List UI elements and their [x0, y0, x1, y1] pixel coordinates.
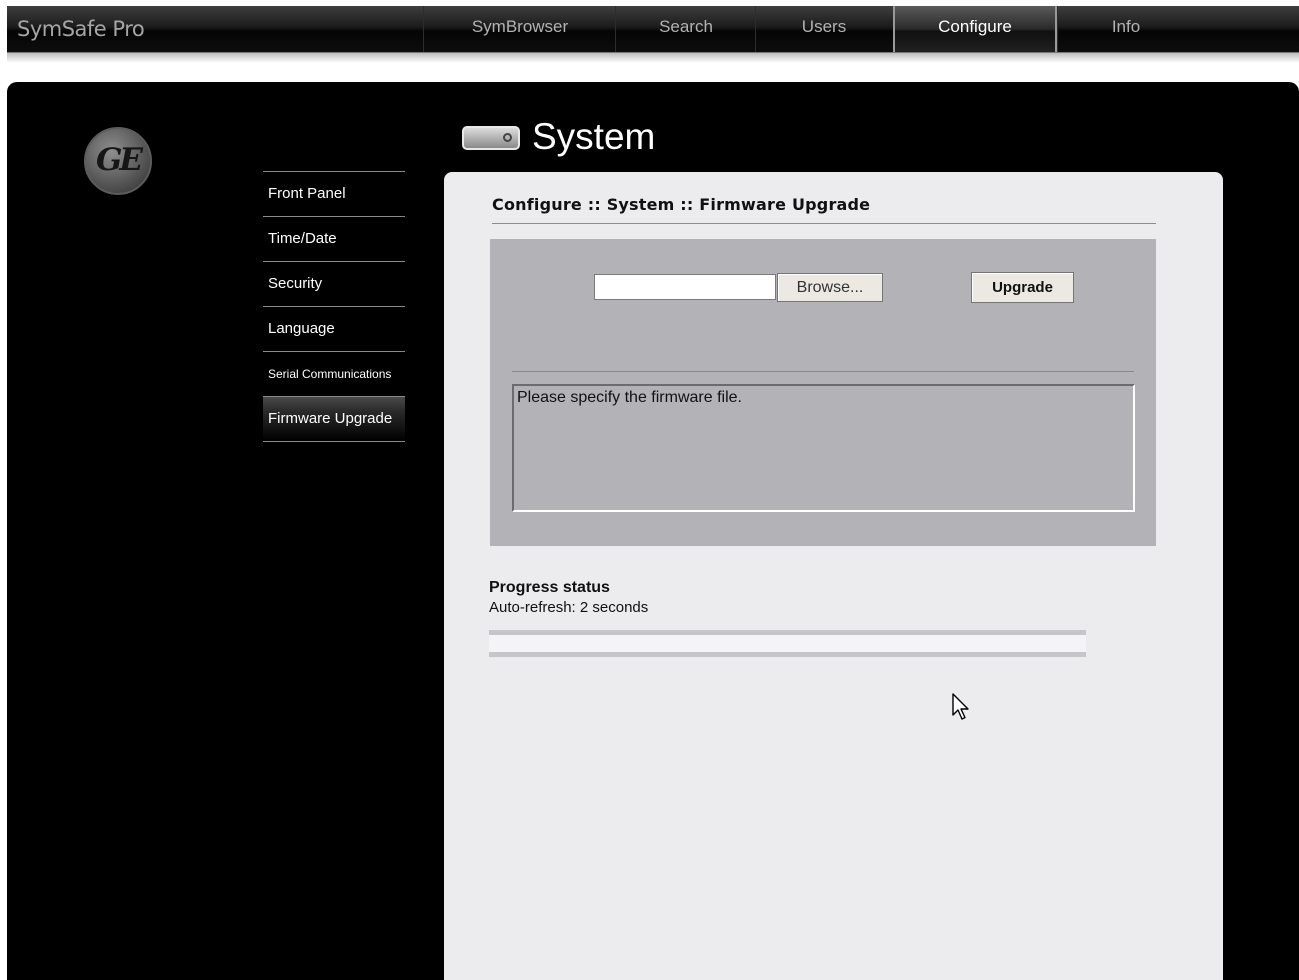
sidebar-divider: [263, 441, 405, 442]
upload-divider: [512, 371, 1134, 372]
tab-configure[interactable]: Configure: [893, 6, 1057, 52]
sidebar-item-security[interactable]: Security: [263, 261, 405, 306]
tab-info[interactable]: Info: [1057, 6, 1194, 52]
app-title: SymSafe Pro: [17, 17, 145, 41]
upgrade-button[interactable]: Upgrade: [971, 272, 1074, 303]
top-nav-bar: SymSafe Pro SymBrowser Search Users Conf…: [7, 6, 1299, 53]
sidebar-item-firmware-upgrade[interactable]: Firmware Upgrade: [263, 396, 405, 441]
firmware-file-input[interactable]: [594, 274, 776, 300]
status-message-box: Please specify the firmware file.: [512, 384, 1135, 512]
breadcrumb-divider: [492, 223, 1156, 224]
section-title: System: [532, 116, 656, 157]
progress-bar: [489, 630, 1086, 657]
breadcrumb: Configure :: System :: Firmware Upgrade: [492, 195, 871, 214]
progress-title: Progress status: [489, 579, 610, 596]
tab-users[interactable]: Users: [755, 6, 892, 52]
nav-shadow: [7, 53, 1299, 63]
device-icon: [462, 126, 520, 150]
upload-area: Browse... Upgrade Please specify the fir…: [490, 239, 1156, 546]
sidebar-nav: Front Panel Time/Date Security Language …: [263, 171, 405, 442]
content-card: Configure :: System :: Firmware Upgrade …: [444, 172, 1223, 980]
sidebar-item-time-date[interactable]: Time/Date: [263, 216, 405, 261]
browse-button[interactable]: Browse...: [777, 273, 883, 302]
tab-symbrowser[interactable]: SymBrowser: [423, 6, 616, 52]
main-panel: GE Front Panel Time/Date Security Langua…: [7, 82, 1299, 980]
ge-logo: GE: [84, 127, 152, 195]
sidebar-item-front-panel[interactable]: Front Panel: [263, 171, 405, 216]
sidebar-item-language[interactable]: Language: [263, 306, 405, 351]
auto-refresh-label: Auto-refresh: 2 seconds: [489, 599, 649, 616]
sidebar-item-serial-communications[interactable]: Serial Communications: [263, 351, 405, 396]
tab-search[interactable]: Search: [615, 6, 756, 52]
